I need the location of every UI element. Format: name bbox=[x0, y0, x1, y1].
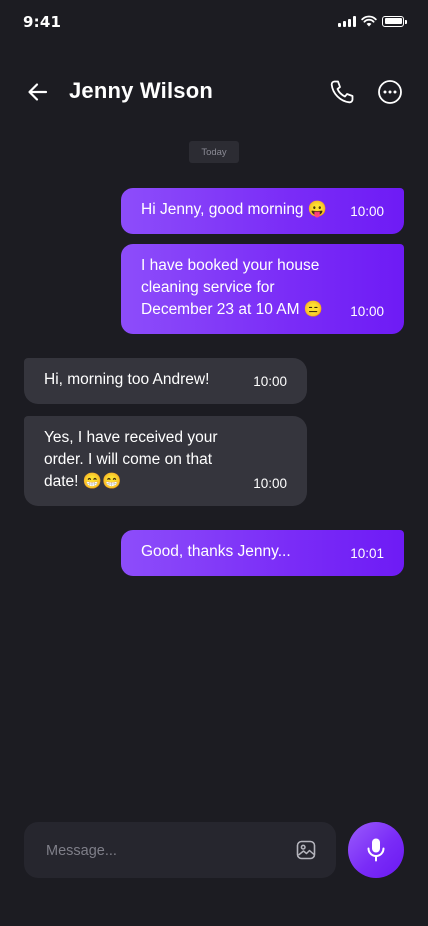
message-time: 10:00 bbox=[350, 204, 384, 219]
message-text: Hi Jenny, good morning 😛 bbox=[141, 201, 328, 218]
message-bubble-outgoing[interactable]: Hi Jenny, good morning 😛 10:00 bbox=[121, 188, 404, 234]
status-icons bbox=[338, 15, 407, 27]
message-time: 10:00 bbox=[253, 476, 287, 491]
contact-name: Jenny Wilson bbox=[69, 78, 214, 103]
phone-icon[interactable] bbox=[328, 78, 356, 106]
more-options-icon[interactable] bbox=[376, 78, 404, 106]
message-bubble-outgoing[interactable]: I have booked your house cleaning servic… bbox=[121, 244, 404, 334]
voice-record-button[interactable] bbox=[348, 822, 404, 878]
wifi-icon bbox=[361, 15, 377, 27]
message-text: I have booked your house cleaning servic… bbox=[141, 257, 324, 318]
message-text: Hi, morning too Andrew! bbox=[44, 371, 210, 388]
cellular-signal-icon bbox=[338, 15, 356, 27]
message-bubble-outgoing[interactable]: Good, thanks Jenny... 10:01 bbox=[121, 530, 404, 576]
message-text: Yes, I have received your order. I will … bbox=[44, 429, 218, 490]
chat-header: Jenny Wilson bbox=[0, 70, 428, 114]
date-divider: Today bbox=[189, 141, 239, 163]
message-time: 10:01 bbox=[350, 546, 384, 561]
message-text: Good, thanks Jenny... bbox=[141, 543, 291, 560]
microphone-icon bbox=[367, 838, 385, 862]
message-composer bbox=[24, 822, 336, 880]
status-time: 9:41 bbox=[23, 13, 62, 31]
message-time: 10:00 bbox=[253, 374, 287, 389]
image-attach-icon[interactable] bbox=[296, 840, 316, 860]
back-arrow-icon[interactable] bbox=[24, 78, 52, 106]
battery-icon bbox=[382, 15, 407, 27]
message-bubble-incoming[interactable]: Hi, morning too Andrew! 10:00 bbox=[24, 358, 307, 404]
chat-screen: 9:41 Jenny Wilson Today Hi Jenny, good m… bbox=[0, 0, 428, 926]
message-input[interactable] bbox=[44, 822, 288, 880]
message-time: 10:00 bbox=[350, 304, 384, 319]
message-bubble-incoming[interactable]: Yes, I have received your order. I will … bbox=[24, 416, 307, 506]
status-bar: 9:41 bbox=[0, 0, 428, 44]
